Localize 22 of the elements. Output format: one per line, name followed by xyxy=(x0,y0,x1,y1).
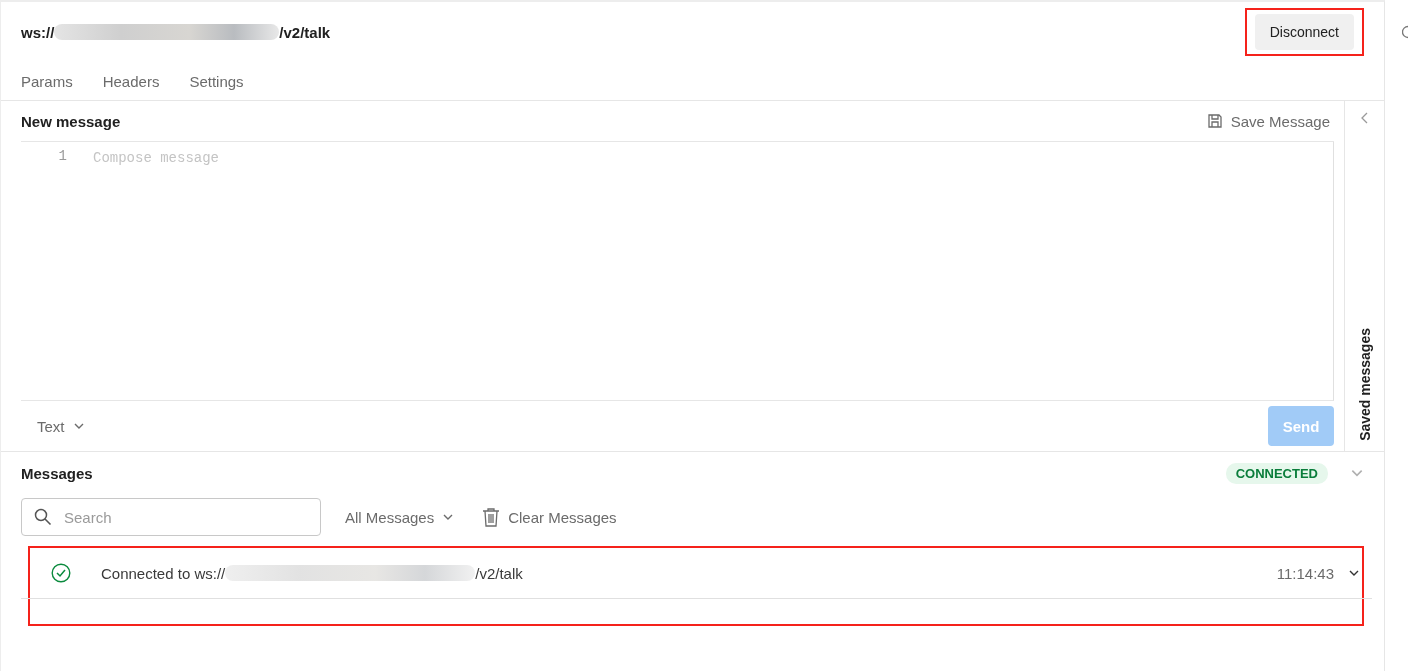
saved-messages-label[interactable]: Saved messages xyxy=(1356,328,1373,441)
line-number: 1 xyxy=(57,148,67,166)
search-field[interactable]: Search xyxy=(21,498,321,536)
chevron-left-icon[interactable] xyxy=(1359,111,1370,125)
request-url: ws:// /v2/talk xyxy=(21,23,331,41)
tab[interactable]: Headers xyxy=(102,72,160,90)
format-dropdown[interactable]: Text xyxy=(33,417,89,435)
status-badge: CONNECTED xyxy=(1225,462,1328,484)
tab[interactable]: Settings xyxy=(189,72,244,90)
message-editor-field[interactable]: 1 Compose message xyxy=(21,142,1334,401)
section-title: New message xyxy=(21,112,121,130)
trash-icon xyxy=(482,507,501,527)
check-circle-icon xyxy=(51,563,71,583)
search-icon xyxy=(34,508,52,526)
clear-messages-button[interactable]: Clear Messages xyxy=(478,507,621,527)
filter-dropdown[interactable]: All Messages xyxy=(341,508,459,526)
save-message-button[interactable]: Save Message xyxy=(1202,112,1334,130)
disconnect-button[interactable]: Disconnect xyxy=(1254,14,1354,50)
message-text: Connected to ws:// /v2/talk xyxy=(101,564,524,582)
section-title: Messages xyxy=(21,464,93,482)
message-time: 11:14:43 xyxy=(1276,564,1334,582)
tab[interactable]: Params xyxy=(21,72,73,90)
